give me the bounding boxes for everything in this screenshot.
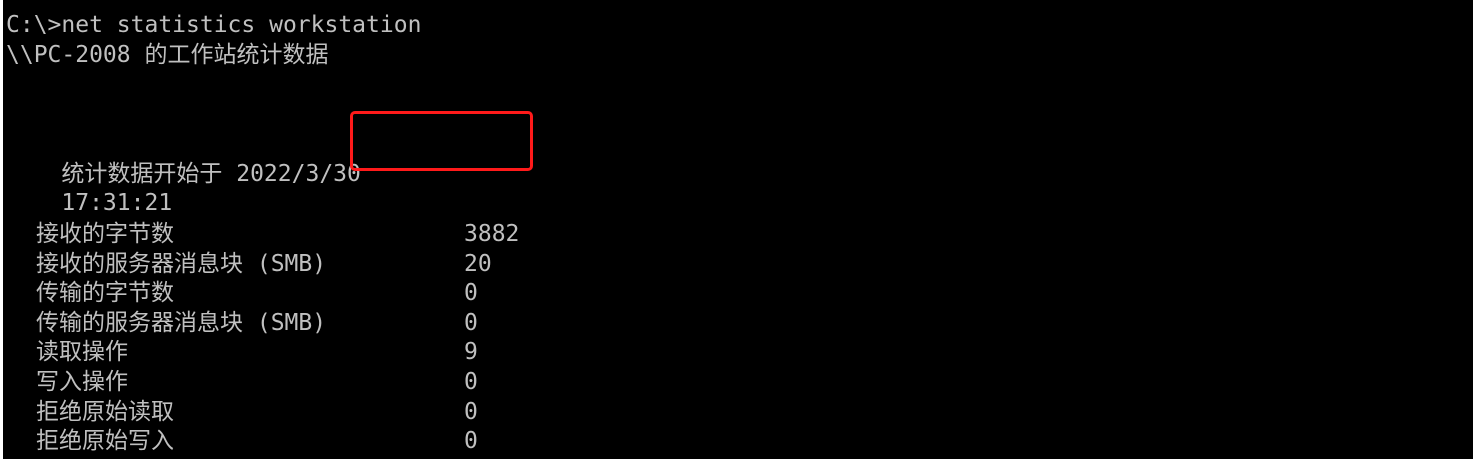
stats-row-label: 写入操作	[36, 368, 128, 395]
stats-row-label: 拒绝原始读取	[36, 398, 174, 425]
stats-row: 接收的服务器消息块 (SMB) 20	[36, 250, 492, 280]
stats-row: 传输的服务器消息块 (SMB) 0	[36, 309, 478, 339]
stats-row: 读取操作 9	[36, 338, 478, 368]
command-line: C:\>net statistics workstation	[6, 12, 422, 38]
stats-row-label: 接收的服务器消息块 (SMB)	[36, 250, 327, 277]
stats-header-line: \\PC-2008 的工作站统计数据	[6, 42, 329, 68]
stats-row-label: 传输的服务器消息块 (SMB)	[36, 309, 327, 336]
stats-row-label: 接收的字节数	[36, 221, 174, 247]
stats-row: 拒绝原始读取 0	[36, 398, 478, 428]
stats-list: 接收的字节数 3882 接收的服务器消息块 (SMB) 20 传输的字节数 0 …	[36, 220, 519, 457]
stats-row-label: 拒绝原始写入	[36, 428, 174, 455]
stats-row-label: 读取操作	[36, 339, 128, 366]
stats-row-value: 0	[464, 368, 478, 395]
stats-row-value: 9	[464, 339, 478, 366]
stats-row-label: 传输的字节数	[36, 280, 174, 307]
stats-row: 接收的字节数 3882	[36, 220, 519, 250]
stats-row: 传输的字节数 0	[36, 279, 478, 309]
stats-row-value: 0	[464, 398, 478, 425]
stats-start-line: 统计数据开始于 2022/3/30 17:31:21	[6, 131, 360, 216]
time-highlight-box	[350, 111, 533, 171]
stats-row: 拒绝原始写入 0	[36, 427, 478, 457]
stats-start-time: 17:31:21	[61, 190, 173, 216]
stats-row-value: 3882	[464, 221, 520, 247]
stats-row-value: 20	[464, 250, 492, 277]
stats-row-value: 0	[464, 309, 478, 336]
stats-row: 写入操作 0	[36, 368, 478, 398]
command-prompt-console[interactable]: C:\>net statistics workstation \\PC-2008…	[3, 0, 1473, 459]
stats-row-value: 0	[464, 428, 478, 455]
stats-row-value: 0	[464, 280, 478, 307]
stats-start-label: 统计数据开始于 2022/3/30	[61, 161, 361, 187]
